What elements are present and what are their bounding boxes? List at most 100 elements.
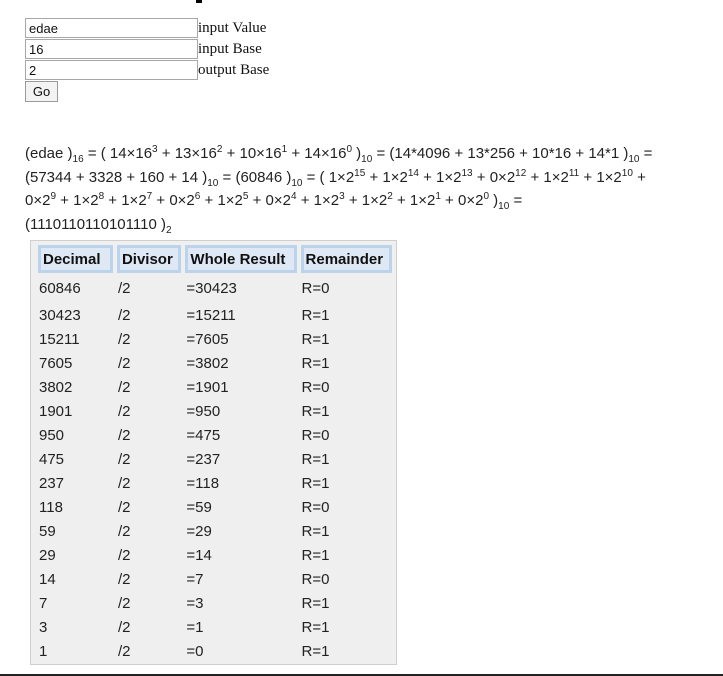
remainder-cell: R=0 [301,279,330,297]
table-row: 14/2 =7 R=0 [38,567,392,591]
remainder-cell: R=0 [301,426,330,444]
input-base-label: input Base [198,41,262,57]
conversion-expression: (edae )16 = ( 14×163 + 13×162 + 10×161 +… [25,142,715,236]
expression-text: ) [352,145,362,162]
whole-result-cell: =29 [186,522,212,540]
remainder-cell: R=1 [301,306,330,324]
decimal-cell: 15211 [39,330,80,348]
divisor-cell: /2 [117,642,131,660]
table-row: 7605/2 =3802 R=1 [38,351,392,375]
expression-line: 0×29 + 1×28 + 1×27 + 0×26 + 1×25 + 0×24 … [25,189,715,213]
expression-text: + 1×2 [200,192,243,209]
division-table-panel: Decimal Divisor Whole Result Remainder 6… [30,240,397,665]
expression-text: + 13×16 [157,145,217,162]
decimal-cell: 3 [39,618,48,636]
table-row: 118/2 =59 R=0 [38,495,392,519]
base-subscript: 10 [207,177,219,189]
decimal-cell: 3802 [39,378,73,396]
expression-text: + 1×2 [104,192,147,209]
expression-line: (1110110110101110 )2 [25,213,715,237]
column-header-whole-result: Whole Result [185,245,297,273]
value-input[interactable] [25,18,198,38]
output-base-field[interactable] [25,60,198,80]
expression-text: (1110110110101110 ) [25,215,166,233]
expression-text: + 10×16 [222,145,282,162]
remainder-cell: R=1 [301,402,330,420]
output-base-label: output Base [198,62,270,78]
base-subscript: 16 [72,154,84,165]
whole-result-cell: =950 [186,402,221,420]
expression-text: = ( 1×2 [302,168,355,186]
expression-text: (57344 + 3328 + 160 + 14 ) [25,168,208,186]
remainder-cell: R=1 [301,642,330,660]
table-row: 29/2 =14 R=1 [38,543,392,567]
table-row: 15211/2 =7605 R=1 [38,327,392,351]
expression-text: + 1×2 [418,168,462,186]
whole-result-cell: =15211 [186,306,236,324]
table-row: 30423/2 =15211 R=1 [38,303,392,327]
divisor-cell: /2 [117,306,131,324]
expression-text: = (14*4096 + 13*256 + 10*16 + 14*1 ) [372,145,629,162]
expression-text: + [632,168,646,186]
whole-result-cell: =3802 [186,354,229,372]
exponent: 14 [407,167,419,179]
expression-text: + 1×2 [526,168,569,186]
table-row: 475/2 =237 R=1 [38,447,392,471]
base-subscript: 10 [628,154,640,165]
expression-text: + 1×2 [296,192,340,209]
remainder-cell: R=1 [301,618,330,636]
go-button[interactable]: Go [25,81,58,102]
base-subscript: 10 [498,201,510,212]
decimal-cell: 950 [39,426,65,444]
column-header-decimal: Decimal [38,245,113,273]
divisor-cell: /2 [117,279,131,297]
exponent: 10 [621,167,633,179]
remainder-cell: R=0 [301,498,330,516]
decimal-cell: 475 [39,450,65,468]
remainder-cell: R=1 [301,522,330,540]
divisor-cell: /2 [117,378,131,396]
table-row: 60846/2 =30423 R=0 [38,273,392,303]
whole-result-cell: =59 [186,498,212,516]
column-header-remainder: Remainder [300,245,392,273]
expression-text: + 1×2 [579,168,622,186]
expression-text: + 1×2 [365,168,408,186]
division-table: Decimal Divisor Whole Result Remainder 6… [34,245,396,663]
divisor-cell: /2 [117,354,131,372]
input-base-field[interactable] [25,39,198,59]
whole-result-cell: =237 [186,450,221,468]
column-header-divisor: Divisor [116,245,182,273]
divisor-cell: /2 [117,474,131,492]
expression-text: = ( 14×16 [83,145,153,162]
table-header-row: Decimal Divisor Whole Result Remainder [38,245,392,273]
base-subscript: 10 [291,177,303,189]
exponent: 12 [515,167,527,179]
whole-result-cell: =7605 [186,330,229,348]
remainder-cell: R=0 [301,570,330,588]
whole-result-cell: =7 [186,570,204,588]
remainder-cell: R=1 [301,450,330,468]
decimal-cell: 1 [39,642,48,660]
divisor-cell: /2 [117,618,131,636]
divisor-cell: /2 [117,498,131,516]
expression-text: + 0×2 [248,192,291,209]
table-row: 237/2 =118 R=1 [38,471,392,495]
remainder-cell: R=1 [301,594,330,612]
table-row: 59/2 =29 R=1 [38,519,392,543]
table-row: 950/2 =475 R=0 [38,423,392,447]
expression-text: (edae ) [25,145,73,162]
exponent: 13 [461,167,473,179]
divisor-cell: /2 [117,570,131,588]
table-row: 1/2 =0 R=1 [38,639,392,663]
whole-result-cell: =14 [186,546,212,564]
value-label: input Value [198,20,267,36]
expression-text: + 0×2 [472,168,516,186]
exponent: 15 [354,167,366,179]
divisor-cell: /2 [117,522,131,540]
decimal-cell: 59 [39,522,56,540]
decimal-cell: 1901 [39,402,73,420]
expression-text: + 0×2 [152,192,195,209]
whole-result-cell: =0 [186,642,204,660]
expression-text: = (60846 ) [218,168,292,186]
remainder-cell: R=0 [301,378,330,396]
